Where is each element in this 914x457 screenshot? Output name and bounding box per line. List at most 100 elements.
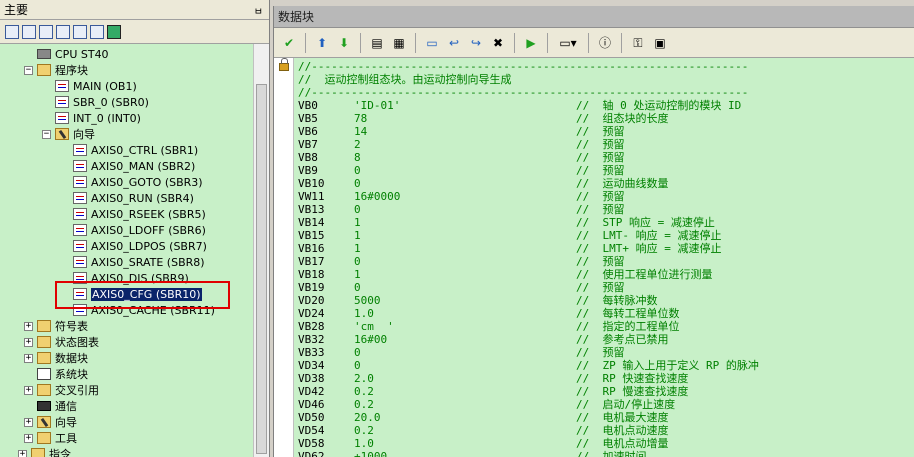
code-line[interactable]: VD24 1.0 // 每转工程单位数 [298,307,914,320]
document-list-icon[interactable] [56,24,70,39]
tree-node[interactable]: + 工具 [24,430,77,446]
code-line[interactable]: VD38 2.0 // RP 快速查找速度 [298,372,914,385]
code-line[interactable]: VB15 1 // LMT- 响应 = 减速停止 [298,229,914,242]
code-line[interactable]: VB0 'ID-01' // 轴 0 处运动控制的模块 ID [298,99,914,112]
code-line[interactable]: VB10 0 // 运动曲线数量 [298,177,914,190]
tree-node[interactable]: AXIS0_LDOFF (SBR6) [60,222,206,238]
tree-expander-icon[interactable]: + [24,433,33,443]
check-icon[interactable]: ✔ [280,34,298,52]
code-line[interactable]: VD46 0.2 // 启动/停止速度 [298,398,914,411]
code-line[interactable]: VB19 0 // 预留 [298,281,914,294]
run-icon[interactable]: ▶ [522,34,540,52]
tree-node[interactable]: − 程序块 [24,62,88,78]
code-line[interactable]: //--------------------------------------… [298,60,914,73]
tree-node-label: 通信 [55,400,77,413]
tree-expander-icon[interactable]: + [24,337,33,347]
delete-icon[interactable]: ▦ [390,34,408,52]
code-line[interactable]: VD42 0.2 // RP 慢速查找速度 [298,385,914,398]
tree-expander-icon[interactable]: + [18,449,27,457]
arrow-up-icon[interactable]: ⬆ [313,34,331,52]
clear-icon[interactable]: ✖ [489,34,507,52]
tree-node[interactable]: AXIS0_GOTO (SBR3) [60,174,203,190]
tree-expander-icon[interactable]: + [24,321,33,331]
block-icon[interactable] [90,24,104,39]
table-icon[interactable] [22,24,36,39]
code-line[interactable]: VB28 'cm ' // 指定的工程单位 [298,320,914,333]
tree-node[interactable]: + 向导 [24,414,77,430]
line-address: VW11 [298,190,325,203]
code-line[interactable]: VW11 16#0000 // 预留 [298,190,914,203]
pin-icon[interactable]: ㅂ [254,3,263,18]
editor-area[interactable]: //--------------------------------------… [274,58,914,457]
arrow-down-icon[interactable]: ⬇ [335,34,353,52]
tree-node[interactable]: + 数据块 [24,350,88,366]
code-line[interactable]: //--------------------------------------… [298,86,914,99]
code-line[interactable]: VB8 8 // 预留 [298,151,914,164]
code-line[interactable]: VB14 1 // STP 响应 = 减速停止 [298,216,914,229]
code-line[interactable]: VB13 0 // 预留 [298,203,914,216]
view-icon[interactable] [5,24,19,39]
tree-node[interactable]: MAIN (OB1) [42,78,137,94]
chart-icon[interactable] [73,24,87,39]
tree-node[interactable]: + 交叉引用 [24,382,99,398]
tree-node[interactable]: + 状态图表 [24,334,99,350]
code-line[interactable]: VD50 20.0 // 电机最大速度 [298,411,914,424]
code-line[interactable]: VB9 0 // 预留 [298,164,914,177]
tree-expander-icon[interactable]: + [24,417,33,427]
code-lines[interactable]: //--------------------------------------… [298,60,914,457]
tree-node[interactable]: AXIS0_RSEEK (SBR5) [60,206,206,222]
tree-node[interactable]: + 符号表 [24,318,88,334]
line-comment: // 运动曲线数量 [576,177,669,190]
tree-expander-icon[interactable]: − [24,65,33,75]
code-line[interactable]: VD20 5000 // 每转脉冲数 [298,294,914,307]
tree-node[interactable]: AXIS0_CTRL (SBR1) [60,142,198,158]
line-address: VB5 [298,112,318,125]
code-line[interactable]: VB17 0 // 预留 [298,255,914,268]
tree-node[interactable]: 通信 [24,398,77,414]
tree-node[interactable]: + 指令 [18,446,71,457]
code-line[interactable]: VD58 1.0 // 电机点动增量 [298,437,914,450]
tree-expander-icon[interactable]: + [24,385,33,395]
document-icon[interactable] [39,24,53,39]
key-icon[interactable]: ⚿ [629,34,647,52]
tree-node[interactable]: 系统块 [24,366,88,382]
tree-node[interactable]: INT_0 (INT0) [42,110,141,126]
scrollbar-thumb[interactable] [256,84,267,454]
code-line[interactable]: VB7 2 // 预留 [298,138,914,151]
line-address: VD34 [298,359,325,372]
code-line[interactable]: VD54 0.2 // 电机点动速度 [298,424,914,437]
tree-node[interactable]: AXIS0_RUN (SBR4) [60,190,194,206]
code-line[interactable]: VB16 1 // LMT+ 响应 = 减速停止 [298,242,914,255]
monitor-icon[interactable] [107,24,121,39]
forward-arrow-icon[interactable]: ↪ [467,34,485,52]
protect-icon[interactable]: ▣ [651,34,669,52]
code-line[interactable]: // 运动控制组态块。由运动控制向导生成 [298,73,914,86]
code-line[interactable]: VB5 78 // 组态块的长度 [298,112,914,125]
tree-node[interactable]: AXIS0_SRATE (SBR8) [60,254,205,270]
back-arrow-icon[interactable]: ↩ [445,34,463,52]
tree-node[interactable]: AXIS0_LDPOS (SBR7) [60,238,207,254]
tree-node[interactable]: AXIS0_CACHE (SBR11) [60,302,215,318]
tree-expander-icon[interactable]: − [42,129,51,139]
code-line[interactable]: VB33 0 // 预留 [298,346,914,359]
frame-icon[interactable]: ▭ [423,34,441,52]
tree-node[interactable]: − 向导 [42,126,95,142]
tree-node[interactable]: AXIS0_DIS (SBR9) [60,270,189,286]
insert-icon[interactable]: ▤ [368,34,386,52]
info-icon[interactable]: ⓘ [596,34,614,52]
line-comment: // 电机最大速度 [576,411,669,424]
tree-node[interactable]: CPU ST40 [24,46,109,62]
tree-scrollbar[interactable] [253,44,269,457]
tree-node[interactable]: AXIS0_MAN (SBR2) [60,158,195,174]
code-line[interactable]: VD34 0 // ZP 输入上用于定义 RP 的脉冲 [298,359,914,372]
tree-node[interactable]: AXIS0_CFG (SBR10) [60,286,202,302]
tree-expander-icon[interactable]: + [24,353,33,363]
code-line[interactable]: VB18 1 // 使用工程单位进行测量 [298,268,914,281]
tree-node[interactable]: SBR_0 (SBR0) [42,94,149,110]
code-line[interactable]: VD62 +1000 // 加速时间 [298,450,914,457]
code-line[interactable]: VB32 16#00 // 参考点已禁用 [298,333,914,346]
code-line[interactable]: VB6 14 // 预留 [298,125,914,138]
communication-icon [37,401,51,411]
project-tree: CPU ST40 − 程序块 MAIN (OB1) SBR_0 (SBR0) INT_0 … [0,44,254,457]
dropdown-icon[interactable]: ▭▾ [555,34,581,52]
